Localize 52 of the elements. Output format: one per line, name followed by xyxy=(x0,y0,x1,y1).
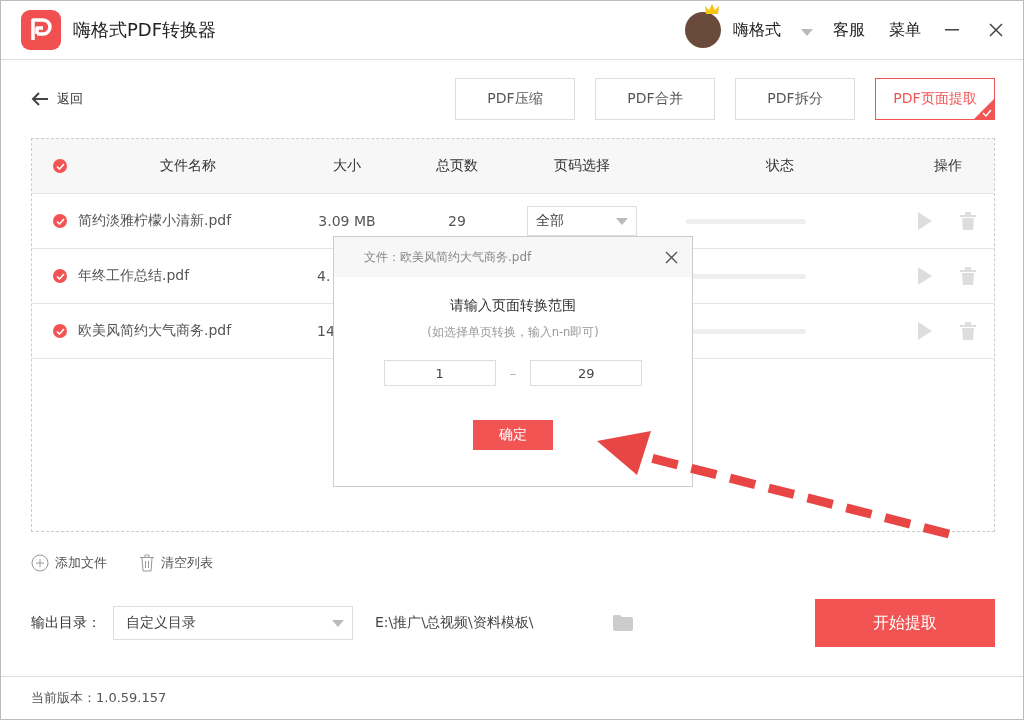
minimize-icon[interactable] xyxy=(945,29,959,31)
column-header: 页码选择 xyxy=(553,157,611,175)
file-name: 欧美风简约大气商务.pdf xyxy=(77,322,233,340)
trash-icon[interactable] xyxy=(139,554,155,572)
avatar[interactable] xyxy=(685,12,721,48)
dialog-hint: (如选择单页转换，输入n-n即可) xyxy=(426,325,600,340)
column-header: 状态 xyxy=(765,157,795,175)
header-link[interactable]: 客服 xyxy=(833,19,865,41)
plus-circle-icon[interactable] xyxy=(31,554,49,572)
tool-tab[interactable]: PDF压缩 xyxy=(455,78,575,120)
app-title: 嗨格式PDF转换器 xyxy=(73,18,218,42)
version-text: 当前版本：1.0.59.157 xyxy=(31,689,167,707)
caret-icon xyxy=(616,217,628,225)
file-action-link[interactable]: 清空列表 xyxy=(161,554,213,572)
column-header: 大小 xyxy=(332,157,362,175)
user-name[interactable]: 嗨格式 xyxy=(733,19,781,41)
file-size: 14 xyxy=(316,323,336,339)
close-icon[interactable] xyxy=(989,23,1003,37)
column-header: 总页数 xyxy=(435,157,479,175)
file-action-link[interactable]: 添加文件 xyxy=(55,554,107,572)
dialog-title: 文件：欧美风简约大气商务.pdf xyxy=(364,248,532,266)
output-label: 输出目录： xyxy=(31,614,101,632)
output-path: E:\推广\总视频\资料模板\ xyxy=(375,614,534,632)
checkbox[interactable] xyxy=(53,269,67,283)
range-separator: – xyxy=(509,365,517,381)
caret-icon xyxy=(332,619,344,627)
close-icon[interactable] xyxy=(665,250,678,264)
column-header: 文件名称 xyxy=(159,157,217,175)
file-name: 年终工作总结.pdf xyxy=(77,267,191,285)
from-page-field[interactable]: 1 xyxy=(383,360,496,386)
output-select[interactable]: 自定义目录 xyxy=(113,606,353,640)
page-count: 29 xyxy=(447,213,467,229)
back-arrow-icon[interactable] xyxy=(31,92,49,106)
selected-corner-icon xyxy=(974,99,994,119)
checkbox[interactable] xyxy=(53,214,67,228)
dialog-prompt: 请输入页面转换范围 xyxy=(449,297,577,315)
to-page-field[interactable]: 29 xyxy=(530,360,643,386)
file-name: 简约淡雅柠檬小清新.pdf xyxy=(77,212,233,230)
file-size: 3.09 MB xyxy=(317,213,377,229)
checkbox[interactable] xyxy=(53,159,67,173)
page-select[interactable]: 全部 xyxy=(527,206,637,236)
back-link[interactable]: 返回 xyxy=(57,90,83,108)
tool-tab[interactable]: PDF页面提取 xyxy=(875,78,995,120)
header-link[interactable]: 菜单 xyxy=(889,19,921,41)
crown-icon xyxy=(705,4,719,14)
tool-tab[interactable]: PDF合并 xyxy=(595,78,715,120)
column-header: 操作 xyxy=(933,157,963,175)
logo-icon xyxy=(21,10,61,50)
file-size: 4. xyxy=(316,268,332,284)
tool-tab[interactable]: PDF拆分 xyxy=(735,78,855,120)
caret-icon xyxy=(801,28,813,36)
checkbox[interactable] xyxy=(53,324,67,338)
